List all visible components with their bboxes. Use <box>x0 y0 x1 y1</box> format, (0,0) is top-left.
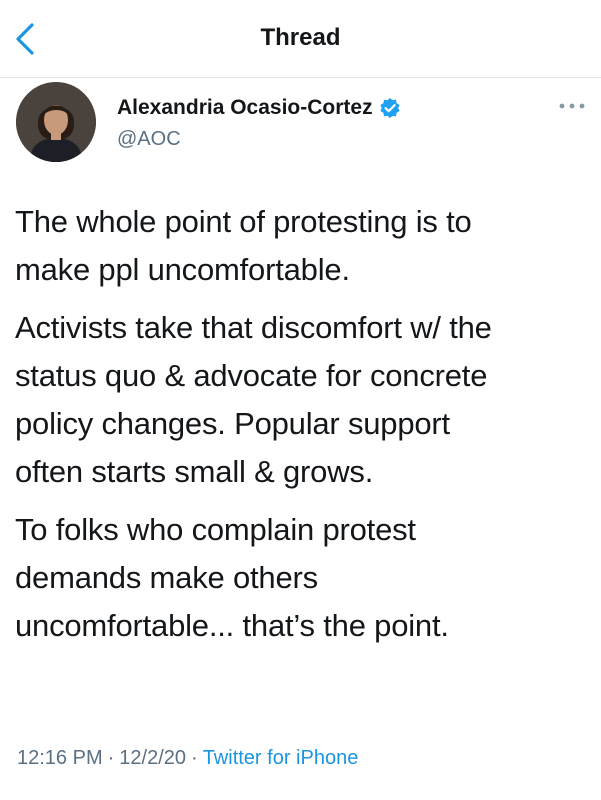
meta-separator: · <box>191 747 198 769</box>
thread-header: Thread <box>0 0 601 78</box>
page-title: Thread <box>260 24 341 51</box>
tweet-paragraph: To folks who complain protest demands ma… <box>15 512 449 643</box>
tweet-source-link[interactable]: Twitter for iPhone <box>203 747 359 769</box>
more-dots-icon <box>559 103 585 109</box>
tweet-time: 12:16 PM <box>17 747 103 769</box>
profile-photo <box>16 82 96 162</box>
tweet-date: 12/2/20 <box>119 747 187 769</box>
author-display-name[interactable]: Alexandria Ocasio-Cortez <box>117 96 373 120</box>
meta-separator: · <box>107 747 115 769</box>
avatar[interactable] <box>16 82 96 162</box>
author-name-row: Alexandria Ocasio-Cortez <box>117 96 401 120</box>
tweet-text: The whole point of protesting is to make… <box>15 198 587 660</box>
more-options-button[interactable] <box>558 100 586 112</box>
tweet-meta: 12:16 PM · 12/2/20 · Twitter for iPhone <box>17 747 358 770</box>
verified-badge-icon <box>379 97 401 119</box>
tweet-author: Alexandria Ocasio-Cortez @AOC <box>16 82 586 166</box>
tweet-paragraph: Activists take that discomfort w/ the st… <box>15 310 492 489</box>
author-handle[interactable]: @AOC <box>117 128 181 151</box>
tweet-paragraph: The whole point of protesting is to make… <box>15 204 472 287</box>
